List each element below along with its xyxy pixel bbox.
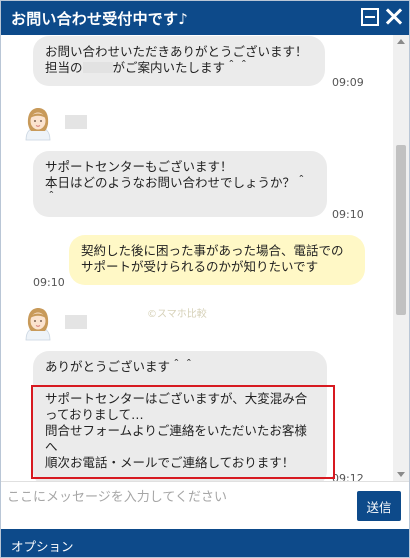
- chat-title: お問い合わせ受付中です♪: [11, 10, 188, 28]
- message-line: 担当の がご案内いたします＾＾: [45, 60, 251, 75]
- user-message: 契約した後に困った事があった場合、電話での サポートが受けられるのかが知りたいで…: [69, 235, 365, 285]
- message-input[interactable]: [5, 484, 349, 528]
- operator-avatar: [21, 107, 55, 141]
- operator-message: サポートセンターもございます！ 本日はどのようなお問い合わせでしょうか？＾ ＾: [33, 151, 327, 217]
- message-line: サポートセンターもございます！: [45, 159, 233, 174]
- message-input-area: 送信: [1, 481, 409, 530]
- masked-agent-name: [65, 315, 87, 329]
- message-time: 09:10: [33, 276, 65, 289]
- message-line: 契約した後に困った事があった場合、電話での: [81, 243, 344, 258]
- message-line: 本日はどのようなお問い合わせでしょうか？＾: [45, 175, 308, 190]
- chat-widget: お問い合わせ受付中です♪ お問い合わせいただきありがとうございます！ 担当の がご…: [0, 0, 410, 558]
- operator-avatar: [21, 307, 55, 341]
- chat-header: お問い合わせ受付中です♪: [1, 1, 409, 35]
- scroll-up-icon[interactable]: [397, 39, 405, 44]
- chat-footer: オプション: [1, 529, 409, 557]
- message-line: ありがとうございます＾＾: [45, 359, 196, 374]
- operator-message: お問い合わせいただきありがとうございます！ 担当の がご案内いたします＾＾: [33, 36, 325, 86]
- message-line: サポートが受けられるのかが知りたいです: [81, 259, 319, 274]
- message-line: ＾: [45, 191, 58, 206]
- scrollbar-thumb[interactable]: [396, 145, 406, 315]
- message-time: 09:10: [332, 208, 364, 221]
- minimize-icon[interactable]: [361, 8, 379, 26]
- message-line: お問い合わせいただきありがとうございます！: [45, 44, 308, 59]
- masked-agent-name: [65, 115, 87, 129]
- close-icon[interactable]: [385, 8, 403, 26]
- chat-scrollbar[interactable]: [393, 35, 409, 481]
- scroll-down-icon[interactable]: [397, 472, 405, 477]
- options-link[interactable]: オプション: [11, 536, 74, 555]
- message-time: 09:09: [332, 76, 364, 89]
- masked-agent-name: [82, 62, 113, 73]
- send-button[interactable]: 送信: [357, 491, 401, 521]
- highlight-box: [31, 385, 335, 479]
- message-time: 09:12: [332, 472, 364, 481]
- watermark: ©スマホ比較: [147, 309, 207, 320]
